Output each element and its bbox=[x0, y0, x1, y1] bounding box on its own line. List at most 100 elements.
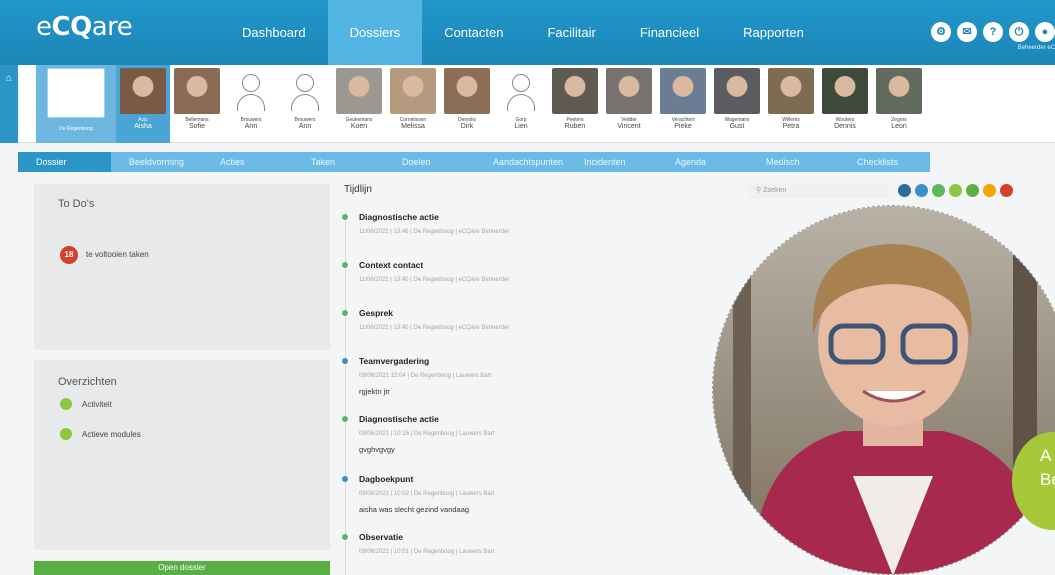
power-icon[interactable]: ⏻ bbox=[1009, 22, 1029, 42]
client-strip: De Regenboog Aziz Aisha Bellemans Sofie Brouw… bbox=[18, 65, 1055, 143]
client-card[interactable]: Willems Petra bbox=[764, 65, 818, 143]
timeline-item-title: Diagnostische actie bbox=[359, 414, 439, 424]
timeline-dot-icon bbox=[342, 476, 348, 482]
tab-acties[interactable]: Acties bbox=[202, 152, 293, 172]
strip-sidebar[interactable]: ⌂ bbox=[0, 65, 18, 143]
timeline-filter-icon[interactable] bbox=[966, 184, 979, 197]
open-dossier-button[interactable]: Open dossier bbox=[34, 561, 330, 575]
timeline-filter-icon[interactable] bbox=[915, 184, 928, 197]
timeline-filter-icon[interactable] bbox=[949, 184, 962, 197]
settings-icon[interactable]: ⚙ bbox=[931, 22, 951, 42]
nav-item-dashboard[interactable]: Dashboard bbox=[220, 0, 328, 65]
client-card[interactable]: Aziz Aisha bbox=[116, 65, 170, 143]
client-first-name: Aisha bbox=[134, 123, 152, 130]
client-card[interactable]: Geukemans Koen bbox=[332, 65, 386, 143]
client-card[interactable]: Wagemans Gust bbox=[710, 65, 764, 143]
timeline-item-body: rgjektn jtr bbox=[359, 387, 390, 396]
client-photo bbox=[174, 68, 220, 114]
user-icon[interactable]: ● bbox=[1035, 22, 1055, 42]
client-card[interactable]: Verachtert Pieke bbox=[656, 65, 710, 143]
dossier-tabs: Dossier Beeldvorming Acties Taken Doelen Aand… bbox=[18, 152, 930, 172]
nav-item-facilitair[interactable]: Facilitair bbox=[525, 0, 617, 65]
home-icon[interactable]: ⌂ bbox=[0, 73, 18, 84]
client-photo bbox=[660, 68, 706, 114]
person-placeholder-icon bbox=[498, 68, 544, 114]
nav-item-financieel[interactable]: Financieel bbox=[618, 0, 721, 65]
timeline-item-meta: 11/06/2021 | 13:40 | De Regenboog | eCQa… bbox=[359, 325, 510, 331]
timeline-filter-icon[interactable] bbox=[983, 184, 996, 197]
client-first-name: Lien bbox=[514, 123, 528, 130]
tab-medisch[interactable]: Medisch bbox=[748, 152, 839, 172]
client-card[interactable]: Demolis Dirk bbox=[440, 65, 494, 143]
badge-line-2: Be bbox=[1040, 470, 1055, 489]
client-first-name: Vincent bbox=[617, 123, 641, 130]
user-label: Beheerder eC bbox=[1017, 45, 1055, 51]
tab-agenda[interactable]: Agenda bbox=[657, 152, 748, 172]
client-card[interactable]: Zegers Leon bbox=[872, 65, 926, 143]
portrait-photo bbox=[712, 205, 1055, 575]
overview-item-modules[interactable]: Actieve modules bbox=[82, 430, 141, 439]
mail-icon[interactable]: ✉ bbox=[957, 22, 977, 42]
timeline-search-input[interactable]: ⚲ Zoeken bbox=[748, 183, 888, 198]
client-card[interactable]: Cornelissen Melissa bbox=[386, 65, 440, 143]
tab-taken[interactable]: Taken bbox=[293, 152, 384, 172]
tab-beeldvorming[interactable]: Beeldvorming bbox=[111, 152, 202, 172]
client-photo bbox=[768, 68, 814, 114]
rainbow-logo-icon bbox=[47, 68, 105, 118]
todo-title: To Do's bbox=[58, 198, 95, 210]
todo-panel: To Do's 18 te voltooien taken bbox=[34, 184, 330, 350]
client-first-name: Koen bbox=[350, 123, 368, 130]
timeline-dot-icon bbox=[342, 262, 348, 268]
app-window: eCQare Dashboard Dossiers Contacten Facilit… bbox=[0, 0, 1055, 575]
tab-incidenten[interactable]: Incidenten bbox=[566, 152, 657, 172]
todo-count-badge[interactable]: 18 bbox=[60, 246, 78, 264]
client-card[interactable]: Bellemans Sofie bbox=[170, 65, 224, 143]
organisation-card[interactable]: De Regenboog bbox=[36, 65, 116, 143]
timeline-dot-icon bbox=[342, 358, 348, 364]
top-icons: ⚙ ✉ ? ⏻ ● bbox=[931, 22, 1055, 42]
client-first-name: Ann bbox=[298, 123, 312, 130]
timeline-item-meta: 11/06/2021 | 13:46 | De Regenboog | eCQa… bbox=[359, 229, 510, 235]
client-card[interactable]: Brouwers Ann bbox=[278, 65, 332, 143]
client-first-name: Pieke bbox=[674, 123, 692, 130]
client-card[interactable]: Wouters Dennis bbox=[818, 65, 872, 143]
timeline-filter-icon[interactable] bbox=[898, 184, 911, 197]
tab-aandachtspunten[interactable]: Aandachtspunten bbox=[475, 152, 566, 172]
client-card[interactable]: Brouwers Ann bbox=[224, 65, 278, 143]
overview-panel: Overzichten Activiteit Actieve modules bbox=[34, 360, 330, 550]
timeline-filter-icon[interactable] bbox=[932, 184, 945, 197]
timeline-item-meta: 09/06/2021 | 10:16 | De Regenboog | Lauw… bbox=[359, 431, 495, 437]
client-first-name: Ann bbox=[244, 123, 258, 130]
timeline-dot-icon bbox=[342, 310, 348, 316]
client-first-name: Petra bbox=[782, 123, 800, 130]
modules-dot-icon bbox=[60, 428, 72, 440]
client-card[interactable]: Gorp Lien bbox=[494, 65, 548, 143]
tab-doelen[interactable]: Doelen bbox=[384, 152, 475, 172]
badge-line-1: A bbox=[1040, 446, 1052, 465]
overview-item-activity[interactable]: Activiteit bbox=[82, 400, 112, 409]
timeline-item-meta: 11/06/2021 | 13:40 | De Regenboog | eCQa… bbox=[359, 277, 510, 283]
timeline-filter-icon[interactable] bbox=[1000, 184, 1013, 197]
tab-dossier[interactable]: Dossier bbox=[18, 152, 111, 172]
help-icon[interactable]: ? bbox=[983, 22, 1003, 42]
app-logo[interactable]: eCQare bbox=[36, 12, 133, 42]
timeline-item-title: Observatie bbox=[359, 532, 403, 542]
client-photo bbox=[822, 68, 868, 114]
nav-item-dossiers[interactable]: Dossiers bbox=[327, 0, 423, 65]
timeline-item-body: gvghvgvgy bbox=[359, 445, 395, 454]
tab-checklists[interactable]: Checklists bbox=[839, 152, 930, 172]
client-first-name: Dirk bbox=[460, 123, 474, 130]
timeline-item-meta: 09/06/2021 | 10:01 | De Regenboog | Lauw… bbox=[359, 549, 495, 555]
client-card[interactable]: Peeters Ruben bbox=[548, 65, 602, 143]
person-placeholder-icon bbox=[228, 68, 274, 114]
client-card[interactable]: Vedder Vincent bbox=[602, 65, 656, 143]
nav-item-contacten[interactable]: Contacten bbox=[422, 0, 525, 65]
timeline-item-title: Teamvergadering bbox=[359, 356, 430, 366]
main-nav: Dashboard Dossiers Contacten Facilitair Fina… bbox=[220, 0, 826, 65]
organisation-label: De Regenboog bbox=[59, 126, 93, 132]
nav-item-rapporten[interactable]: Rapporten bbox=[721, 0, 826, 65]
todo-label[interactable]: te voltooien taken bbox=[86, 250, 149, 259]
person-placeholder-icon bbox=[282, 68, 328, 114]
client-first-name: Gust bbox=[729, 123, 745, 130]
top-bar: eCQare Dashboard Dossiers Contacten Facilit… bbox=[0, 0, 1055, 65]
